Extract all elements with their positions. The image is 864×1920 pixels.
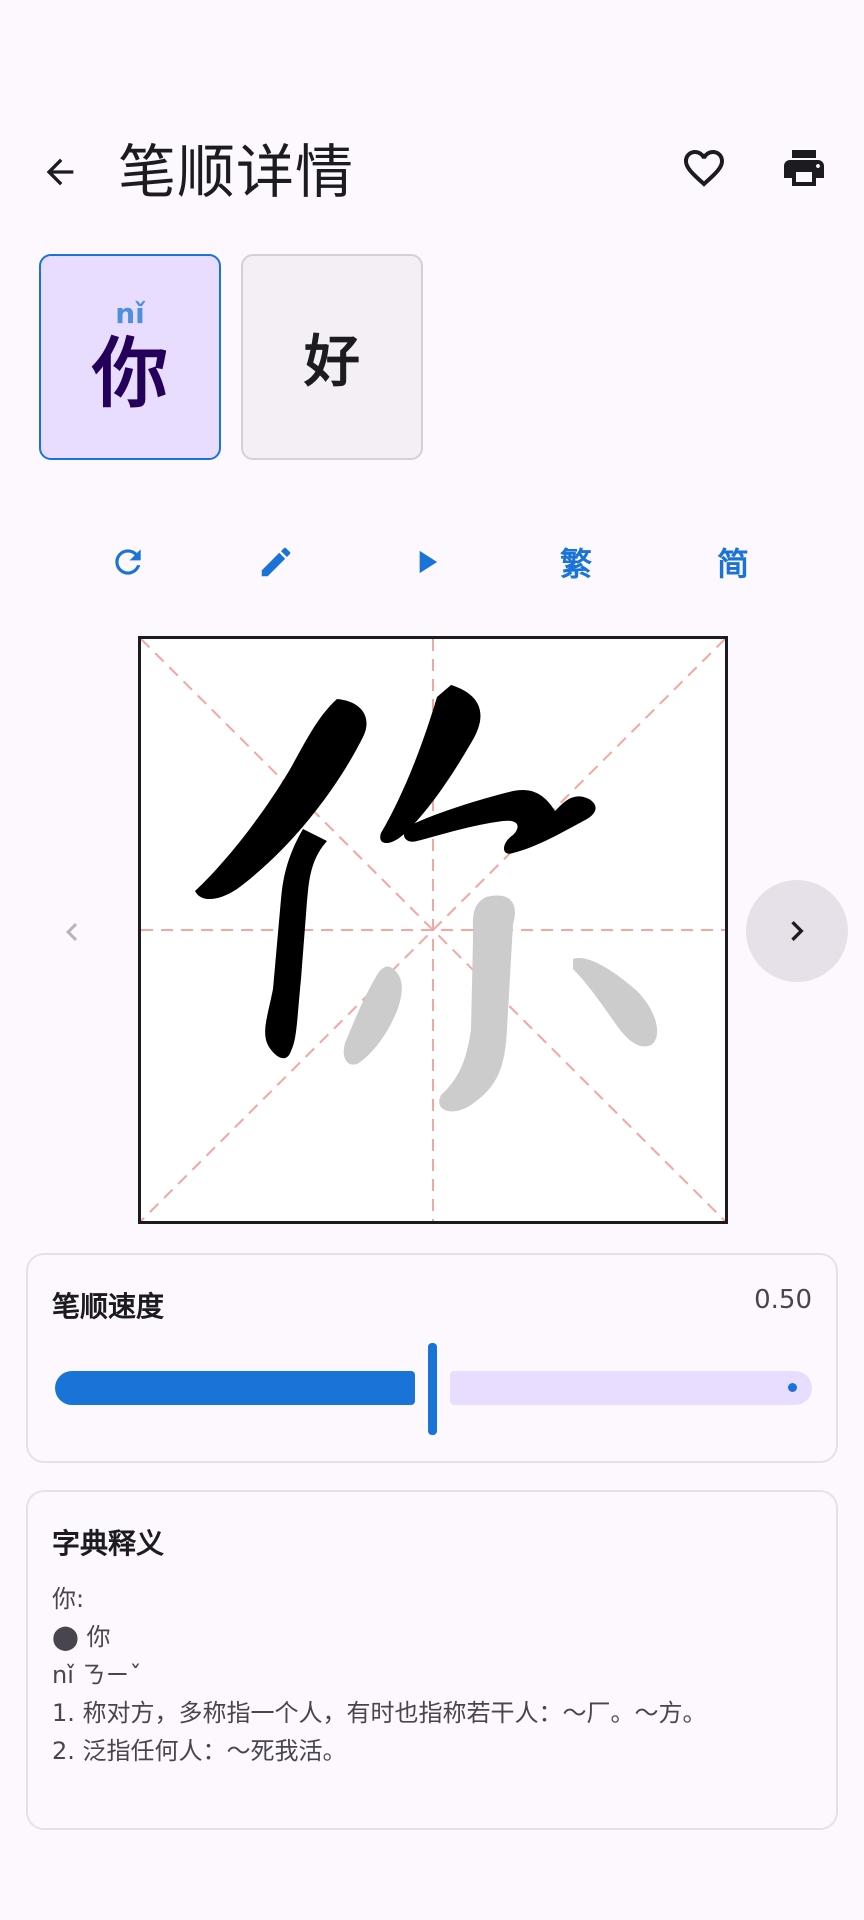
stroke-canvas-svg: [141, 639, 725, 1221]
dictionary-line: 2. 泛指任何人：～死我活。: [52, 1737, 347, 1765]
speed-slider-active-track[interactable]: [55, 1371, 415, 1405]
heart-outline-icon: [684, 150, 724, 187]
refresh-icon: [115, 549, 141, 575]
drawn-stroke: [265, 829, 327, 1059]
print-button[interactable]: [772, 136, 836, 200]
back-button[interactable]: [28, 140, 92, 204]
char-card-char: 好: [304, 328, 360, 395]
print-icon: [784, 150, 824, 186]
simplified-button[interactable]: 简: [697, 530, 769, 594]
pencil-icon: [261, 547, 291, 577]
next-button[interactable]: [746, 880, 848, 982]
speed-value: 0.50: [754, 1285, 812, 1315]
speed-slider-inactive-track[interactable]: [450, 1371, 812, 1405]
traditional-label: 繁: [559, 545, 592, 583]
dictionary-line: 1. 称对方，多称指一个人，有时也指称若干人：～厂。～方。: [52, 1699, 707, 1727]
arrow-back-icon: [46, 158, 74, 186]
play-icon: [419, 550, 438, 574]
traditional-button[interactable]: 繁: [540, 530, 612, 594]
pending-stroke: [343, 966, 402, 1065]
dictionary-line: nǐ ㄋㄧˇ: [52, 1661, 142, 1689]
char-card-ni[interactable]: nǐ 你: [39, 254, 221, 460]
chevron-right-icon: [791, 921, 804, 941]
dictionary-line: ⬤ 你: [52, 1623, 111, 1651]
pending-stroke: [439, 895, 515, 1112]
pending-stroke: [573, 957, 658, 1047]
previous-button[interactable]: [40, 900, 104, 964]
speed-slider-end-dot: [788, 1383, 797, 1392]
page-title: 笔顺详情: [118, 138, 355, 206]
edit-button[interactable]: [240, 530, 312, 594]
stroke-canvas[interactable]: [138, 636, 728, 1224]
speed-slider-handle[interactable]: [428, 1343, 437, 1435]
chevron-left-icon: [66, 923, 78, 941]
char-card-hao[interactable]: 好: [241, 254, 423, 460]
char-card-pinyin: nǐ: [115, 297, 145, 330]
reset-button[interactable]: [92, 530, 164, 594]
pending-strokes: [343, 895, 658, 1112]
dictionary-card: 字典释义 你: ⬤ 你 nǐ ㄋㄧˇ 1. 称对方，多称指一个人，有时也指称若干…: [26, 1490, 838, 1830]
speed-label: 笔顺速度: [52, 1290, 165, 1323]
drawn-stroke: [195, 699, 367, 900]
play-button[interactable]: [390, 530, 462, 594]
dictionary-line: 你:: [52, 1585, 85, 1613]
dictionary-title: 字典释义: [52, 1527, 165, 1560]
favorite-button[interactable]: [672, 136, 736, 200]
speed-card: 笔顺速度 0.50: [26, 1253, 838, 1463]
simplified-label: 简: [716, 545, 749, 583]
char-card-char: 你: [92, 329, 168, 418]
